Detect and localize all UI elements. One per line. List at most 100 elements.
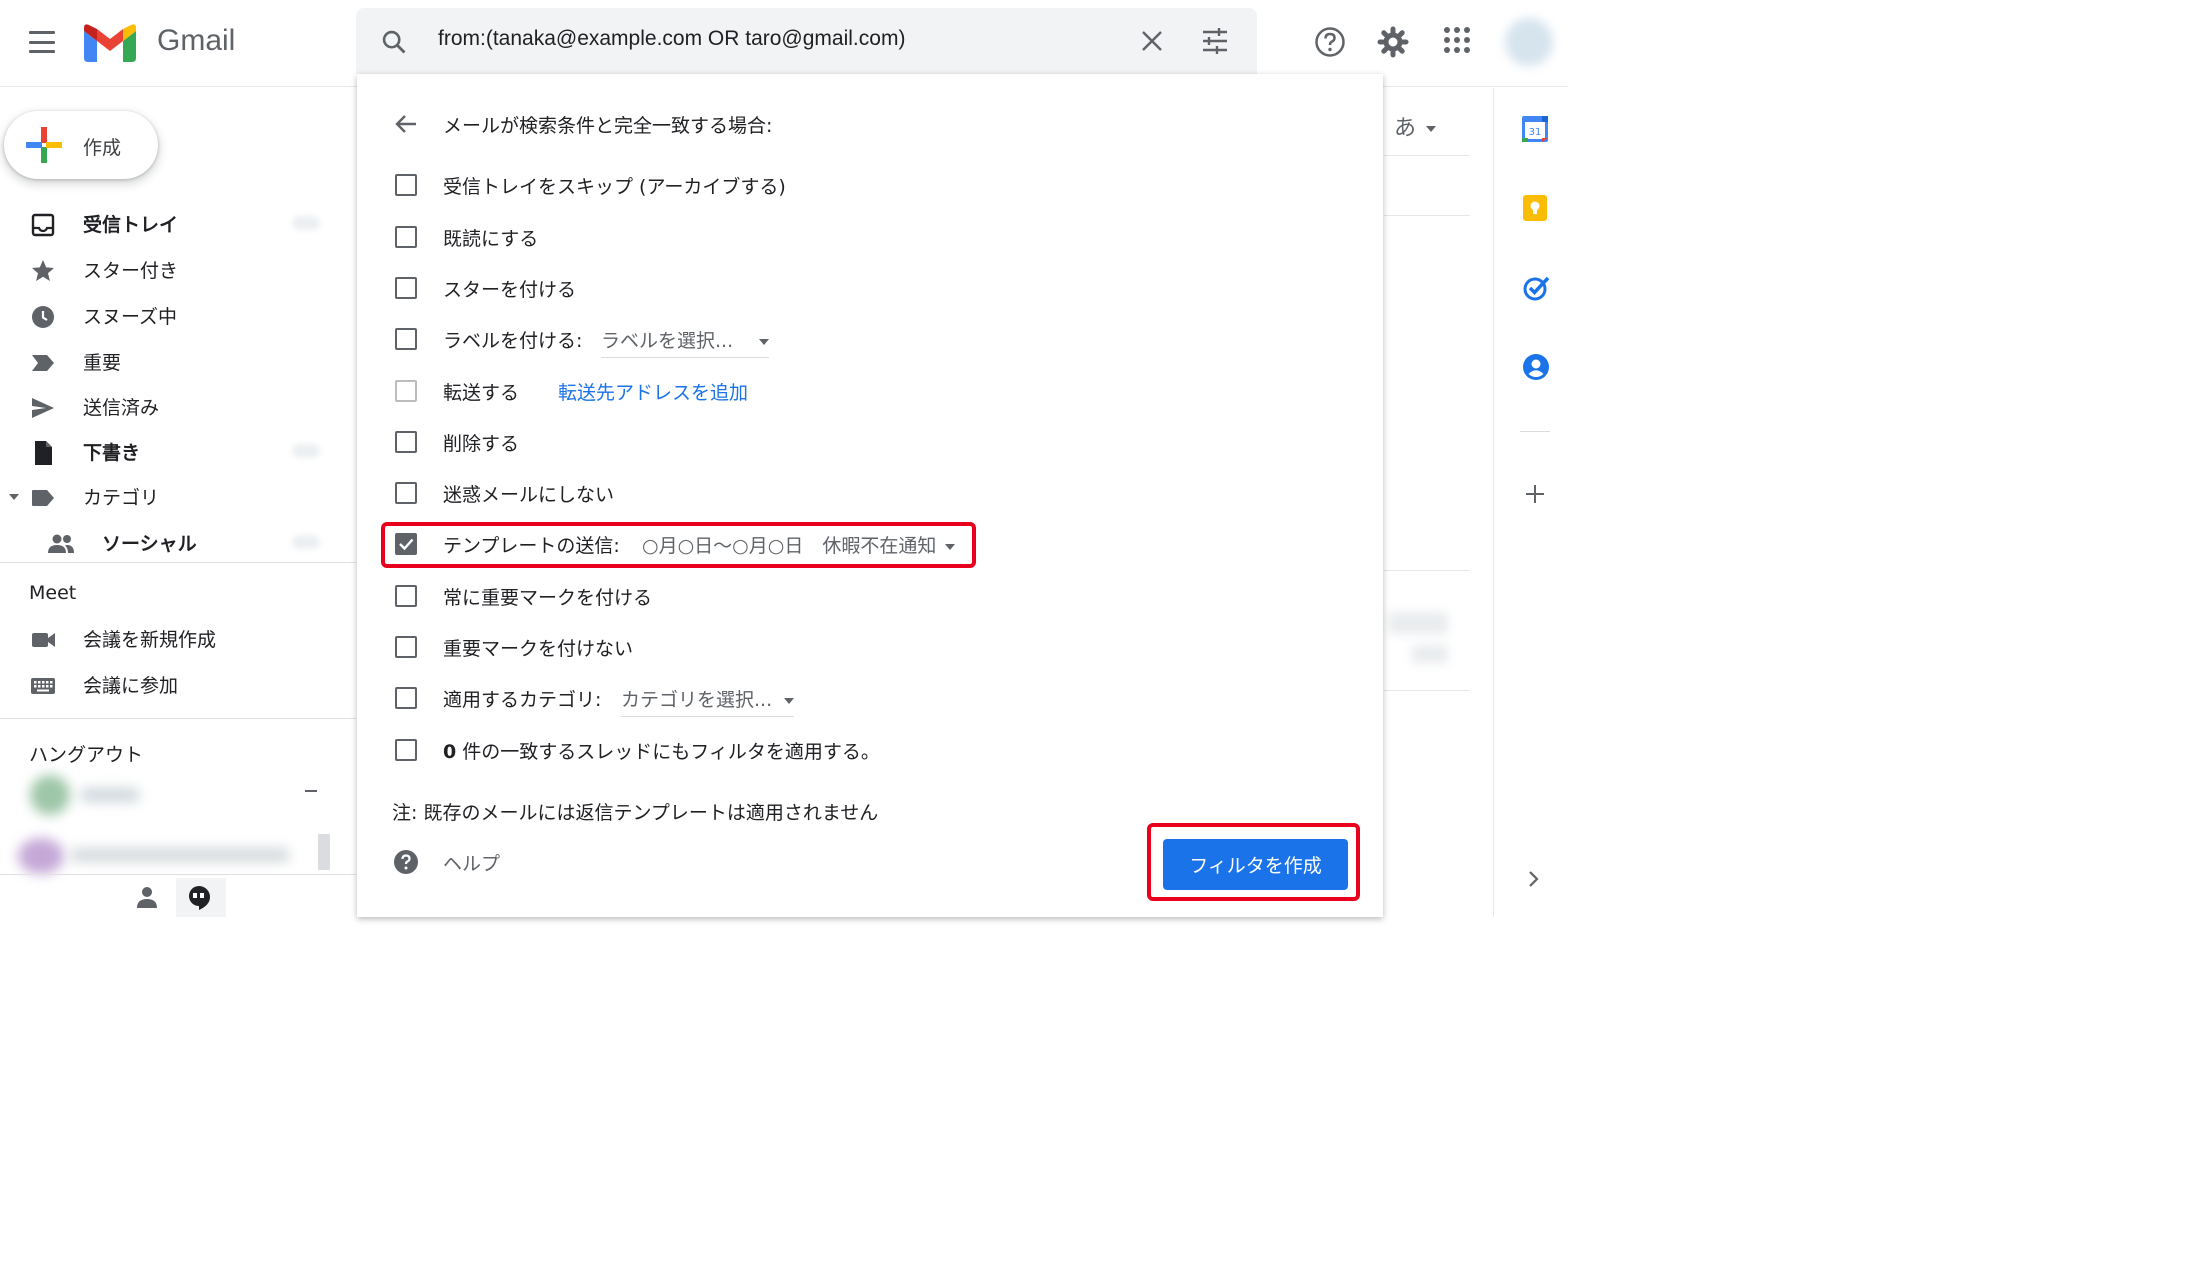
option-label: 転送する [443,382,520,404]
forward-checkbox[interactable] [395,380,417,402]
clock-icon [32,306,54,328]
hangouts-add-icon[interactable] [305,790,317,792]
always-important-checkbox[interactable] [395,585,417,607]
help-circle-icon[interactable] [393,849,419,875]
list-divider [1384,570,1470,571]
list-divider [1384,155,1470,156]
option-never-spam[interactable]: 迷惑メールにしない [395,480,1295,508]
sidebar-divider [0,562,356,563]
keyboard-icon [31,678,55,694]
sidebar-item-label: スヌーズ中 [83,306,178,328]
gmail-logo-icon[interactable] [84,24,136,62]
star-checkbox[interactable] [395,277,417,299]
product-name: Gmail [157,24,236,57]
contacts-icon[interactable] [1522,353,1550,381]
keep-icon[interactable] [1522,194,1548,222]
highlight-box-template-option [381,522,976,568]
sidebar-item-sent[interactable]: 送信済み [0,387,340,427]
option-label: ラベルを付ける: [443,330,583,352]
back-arrow-icon[interactable] [395,114,417,134]
apply-existing-checkbox[interactable] [395,739,417,761]
side-panel: 31 [1493,88,1568,917]
people-icon [48,534,74,553]
account-avatar[interactable] [1505,18,1553,66]
apps-grid-icon[interactable] [1443,26,1471,54]
add-forwarding-address-link[interactable]: 転送先アドレスを追加 [558,378,748,405]
clear-search-icon[interactable] [1141,30,1163,52]
important-icon [32,355,54,371]
option-star[interactable]: スターを付ける [395,275,1295,303]
option-skip-inbox[interactable]: 受信トレイをスキップ (アーカイブする) [395,172,1295,200]
option-never-important[interactable]: 重要マークを付けない [395,634,1295,662]
chevron-down-icon [784,697,795,704]
calendar-icon[interactable]: 31 [1522,114,1548,142]
delete-checkbox[interactable] [395,431,417,453]
sidebar-item-drafts[interactable]: 下書き [0,432,340,472]
highlight-box-create-button [1147,823,1360,901]
help-icon[interactable] [1314,26,1346,58]
option-always-important[interactable]: 常に重要マークを付ける [395,583,1295,611]
hangouts-contact-name [80,788,140,802]
option-forward[interactable]: 転送する 転送先アドレスを追加 [395,378,1295,406]
hangouts-contact-avatar[interactable] [18,838,64,874]
label-select[interactable]: ラベルを選択... [601,326,770,358]
help-link[interactable]: ヘルプ [443,849,500,876]
hangouts-contact-avatar[interactable] [30,775,70,815]
expand-icon[interactable] [1528,870,1540,888]
chevron-down-icon [759,338,770,345]
draft-count-badge [292,444,320,458]
hangouts-scrollbar[interactable] [318,834,330,870]
category-checkbox[interactable] [395,687,417,709]
category-select-value: カテゴリを選択... [621,689,773,711]
sidebar-item-label: 受信トレイ [83,214,179,236]
sidebar-item-starred[interactable]: スター付き [0,250,340,290]
calendar-day-text: 31 [1529,127,1542,138]
meet-join-meeting-label: 会議に参加 [83,675,179,697]
sidebar-item-label: 下書き [83,442,141,464]
settings-icon[interactable] [1377,26,1409,58]
never-spam-checkbox[interactable] [395,482,417,504]
side-panel-divider [1520,431,1550,432]
skip-inbox-checkbox[interactable] [395,174,417,196]
sidebar-item-label: ソーシャル [102,533,197,555]
apply-existing-text: 件の一致するスレッドにもフィルタを適用する。 [462,741,880,763]
send-icon [32,398,54,418]
option-category[interactable]: 適用するカテゴリ: カテゴリを選択... [395,685,1295,717]
option-label: 受信トレイをスキップ (アーカイブする) [443,176,786,198]
apply-label-checkbox[interactable] [395,328,417,350]
option-apply-existing[interactable]: 0 件の一致するスレッドにもフィルタを適用する。 [395,737,1295,765]
option-mark-read[interactable]: 既読にする [395,224,1295,252]
option-apply-label[interactable]: ラベルを付ける: ラベルを選択... [395,326,1295,358]
hangouts-section-title: ハングアウト [29,744,144,766]
collapse-caret-icon[interactable] [9,494,19,500]
sidebar-item-snoozed[interactable]: スヌーズ中 [0,296,340,336]
main-menu-icon[interactable] [29,31,55,53]
person-icon[interactable] [136,886,158,908]
draft-icon [35,441,52,465]
meet-section-title: Meet [29,582,77,604]
search-input[interactable]: from:(tanaka@example.com OR taro@gmail.c… [438,27,905,51]
mark-read-checkbox[interactable] [395,226,417,248]
tasks-icon[interactable] [1522,274,1550,302]
search-bar[interactable]: from:(tanaka@example.com OR taro@gmail.c… [356,8,1257,74]
sidebar-item-social[interactable]: ソーシャル [0,523,340,563]
option-delete[interactable]: 削除する [395,429,1295,457]
option-label: 常に重要マークを付ける [443,587,653,609]
sidebar-item-inbox[interactable]: 受信トレイ [0,204,340,244]
meet-join-meeting[interactable]: 会議に参加 [0,665,340,705]
search-icon[interactable] [380,28,408,56]
never-important-checkbox[interactable] [395,636,417,658]
option-label: 適用するカテゴリ: [443,689,602,711]
input-tool-selector[interactable]: あ [1394,110,1437,142]
hangouts-quote-icon[interactable] [188,886,210,910]
category-select[interactable]: カテゴリを選択... [621,685,795,717]
sidebar-item-categories[interactable]: カテゴリ [0,477,340,517]
option-label: 迷惑メールにしない [443,484,615,506]
panel-title: メールが検索条件と完全一致する場合: [443,115,773,137]
add-icon[interactable] [1525,484,1545,504]
sidebar-item-important[interactable]: 重要 [0,342,340,382]
search-options-icon[interactable] [1201,28,1229,54]
filter-options-panel: メールが検索条件と完全一致する場合: 受信トレイをスキップ (アーカイブする) … [357,74,1383,917]
compose-button[interactable]: 作成 [4,111,158,179]
meet-new-meeting[interactable]: 会議を新規作成 [0,619,340,659]
